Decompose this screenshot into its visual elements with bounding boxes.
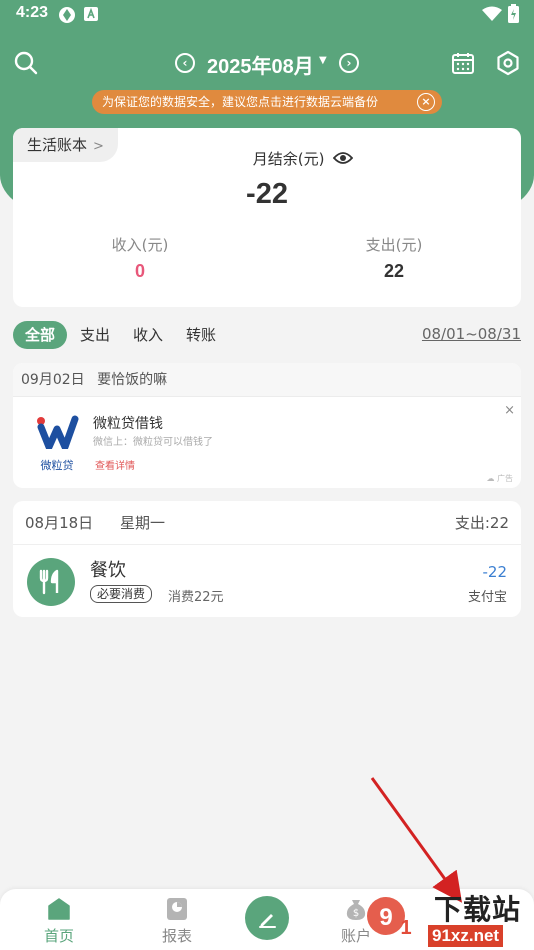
sync-status-icon [59,7,75,23]
svg-text:$: $ [353,908,359,919]
banner-close-button[interactable]: × [417,93,435,111]
report-icon [167,898,187,920]
backup-banner[interactable]: 为保证您的数据安全，建议您点击进行数据云端备份 × [92,90,442,114]
search-button[interactable] [11,48,41,78]
month-title[interactable]: 2025年08月 [207,50,314,79]
add-record-button[interactable] [245,896,289,940]
battery-icon [508,4,519,23]
expense-stat: 支出(元) 22 [314,234,474,282]
calendar-button[interactable] [448,48,478,78]
chevron-right-icon: › [346,56,352,70]
entry-account: 支付宝 [467,590,507,605]
expense-value: 22 [383,261,405,281]
balance-label: 月结余(元) [252,150,325,168]
caret-down-icon[interactable]: ▼ [319,55,327,66]
nav-home[interactable]: 首页 [29,897,89,946]
nav-reports-label: 报表 [161,927,192,945]
category-name: 餐饮 [90,560,126,581]
search-icon [14,51,38,75]
ad-card[interactable]: 09月02日 要恰饭的嘛 微粒贷 微粒贷借钱 微信上：微粒贷可以借钱了 查看详情… [13,363,521,488]
income-stat: 收入(元) 0 [60,234,220,282]
ad-header-text: 要恰饭的嘛 [97,372,168,388]
day-weekday: 星期一 [119,514,165,532]
filter-tabs: 全部 支出 收入 转账 08/01~08/31 [13,321,521,349]
settings-button[interactable] [493,48,523,78]
summary-card: 生活账本 > 月结余(元) -22 收入(元) 0 支出(元) 22 [13,128,521,307]
day-group-card: 08月18日 星期一 支出:22 餐饮 必要消费 消费22元 -22 支付宝 [13,501,521,617]
watermark-logo-icon: 9 1 [367,897,412,939]
calendar-icon [452,53,474,74]
balance-value: -22 [246,178,288,210]
ad-mark: ☁ 广告 [486,474,513,483]
nav-home-label: 首页 [43,927,74,945]
status-time: 4:23 [16,4,49,21]
notification-app-icon [84,7,98,21]
settings-icon [497,50,519,76]
entry-tag: 必要消费 [90,585,153,603]
weilidai-logo-icon [37,415,79,451]
entry-note: 消费22元 [168,590,224,605]
balance-label-row: 月结余(元) [13,148,534,169]
wifi-icon [482,6,502,21]
tab-transfer[interactable]: 转账 [186,321,216,349]
tab-income[interactable]: 收入 [133,321,163,349]
expense-label: 支出(元) [365,236,423,254]
pencil-icon [259,914,276,928]
tab-expense[interactable]: 支出 [80,321,110,349]
home-icon [48,898,70,920]
day-total: 支出:22 [454,514,509,532]
entry-amount: -22 [482,563,508,581]
svg-text:9: 9 [379,904,392,931]
fork-knife-icon [39,569,59,595]
income-value: 0 [134,261,145,281]
category-icon [27,558,75,606]
income-label: 收入(元) [111,236,169,254]
tab-all[interactable]: 全部 [13,321,67,349]
ad-header: 09月02日 要恰饭的嘛 [13,363,521,397]
ad-header-date: 09月02日 [21,372,85,388]
day-date: 08月18日 [25,514,94,532]
eye-icon[interactable] [333,151,354,165]
prev-month-button[interactable]: ‹ [175,53,195,73]
ad-mark-label: 广告 [497,474,513,483]
day-group-header: 08月18日 星期一 支出:22 [13,501,521,545]
watermark-title: 下载站 [434,893,522,926]
backup-banner-text: 为保证您的数据安全，建议您点击进行数据云端备份 [102,95,379,109]
nav-reports[interactable]: 报表 [147,897,207,946]
top-bar: ‹ 2025年08月 ▼ › [0,46,534,82]
ad-details-link[interactable]: 查看详情 [95,457,135,472]
ad-brand: 微粒贷 [40,459,74,472]
date-range[interactable]: 08/01~08/31 [422,325,521,343]
ad-close-button[interactable]: × [504,403,515,418]
status-bar: 4:23 [0,0,534,28]
watermark: 9 1 下载站 91xz.net [362,888,534,950]
watermark-url: 91xz.net [428,925,504,947]
chevron-left-icon: ‹ [182,56,188,70]
next-month-button[interactable]: › [339,53,359,73]
ad-logo: 微粒贷 [33,415,81,475]
ad-subtitle: 微信上：微粒贷可以借钱了 [93,437,213,448]
ad-title: 微粒贷借钱 [93,416,163,432]
svg-text:1: 1 [400,917,411,939]
